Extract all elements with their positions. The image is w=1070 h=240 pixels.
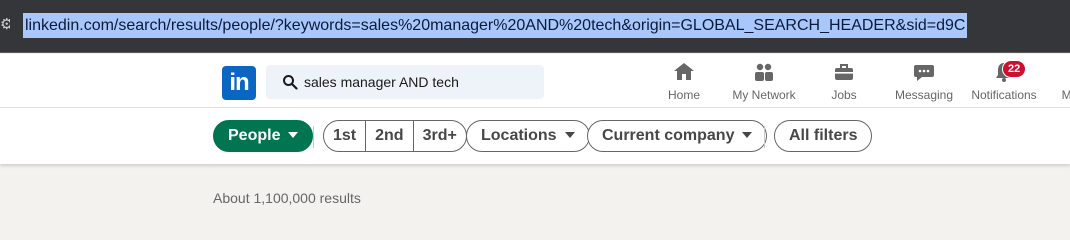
nav-label-network: My Network [732, 88, 796, 102]
search-icon [283, 75, 298, 90]
nav-label-messaging: Messaging [894, 88, 954, 102]
filter-divider [764, 126, 765, 148]
search-filter-bar: People 1st 2nd 3rd+ Locations Current co… [0, 108, 1070, 164]
all-filters-button[interactable]: All filters [774, 120, 873, 152]
filter-divider [313, 126, 314, 148]
filter-2nd[interactable]: 2nd [366, 121, 414, 151]
briefcase-icon [835, 64, 853, 80]
nav-messaging[interactable]: Messaging [893, 60, 955, 104]
home-icon [674, 63, 694, 80]
locations-filter-label: Locations [481, 127, 557, 144]
locations-filter-button[interactable]: Locations [466, 120, 590, 152]
chat-icon [914, 65, 934, 81]
nav-label-notifications: Notifications [971, 88, 1037, 102]
people-filter-label: People [228, 127, 281, 144]
search-box[interactable]: sales manager AND tech [266, 65, 544, 99]
search-input[interactable]: sales manager AND tech [304, 65, 459, 99]
nav-my-network[interactable]: My Network [728, 60, 800, 104]
chevron-down-icon [742, 132, 753, 138]
chevron-down-icon [564, 132, 575, 138]
browser-address-bar[interactable]: ⚙ linkedin.com/search/results/people/?ke… [0, 0, 1070, 53]
nav-home[interactable]: Home [666, 60, 702, 104]
connection-degree-filter: 1st 2nd 3rd+ [323, 120, 467, 152]
filter-3rd[interactable]: 3rd+ [414, 121, 466, 151]
linkedin-logo[interactable]: in [222, 66, 256, 100]
all-filters-label: All filters [789, 127, 858, 144]
nav-jobs[interactable]: Jobs [826, 60, 862, 104]
current-company-filter-label: Current company [602, 127, 735, 144]
nav-label-me: Me [1061, 88, 1070, 102]
notification-badge: 22 [1002, 60, 1027, 78]
avatar-icon [1060, 60, 1070, 84]
url-text[interactable]: linkedin.com/search/results/people/?keyw… [23, 13, 968, 38]
results-count: About 1,100,000 results [213, 190, 361, 206]
current-company-filter-button[interactable]: Current company [587, 120, 768, 152]
chevron-down-icon [288, 132, 299, 138]
linkedin-nav: in sales manager AND tech Home My Networ… [0, 54, 1070, 108]
site-settings-icon[interactable]: ⚙ [0, 15, 10, 35]
filter-1st[interactable]: 1st [324, 121, 367, 151]
nav-notifications[interactable]: 22 Notifications [968, 60, 1040, 104]
people-filter-button[interactable]: People [213, 120, 314, 152]
nav-label-jobs: Jobs [831, 88, 857, 102]
nav-me[interactable]: Me [1060, 60, 1070, 104]
network-icon [755, 63, 773, 81]
nav-label-home: Home [667, 88, 700, 102]
